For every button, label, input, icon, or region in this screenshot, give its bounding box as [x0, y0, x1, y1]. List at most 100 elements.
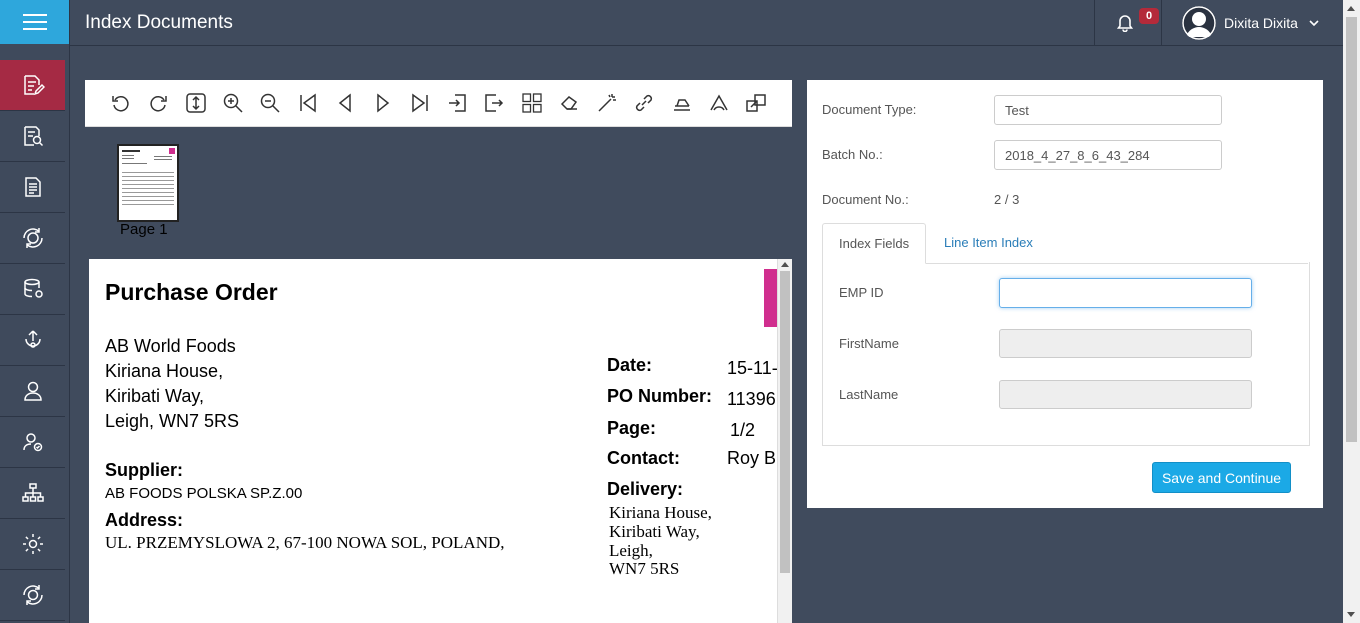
page-thumbnail-label: Page 1	[120, 221, 168, 238]
document-no-label: Document No.:	[822, 192, 909, 207]
page-scrollbar[interactable]	[1343, 0, 1360, 623]
sidebar-item-documents[interactable]	[0, 162, 65, 213]
scrollbar-thumb[interactable]	[780, 271, 790, 573]
chevron-down-icon	[1309, 20, 1319, 27]
hierarchy-icon	[21, 483, 44, 502]
document-scrollbar[interactable]	[777, 259, 792, 623]
magic-wand-icon	[598, 94, 616, 112]
rotate-right-button[interactable]	[147, 92, 169, 114]
export-button[interactable]	[483, 92, 505, 114]
link-button[interactable]	[633, 92, 655, 114]
address-value: UL. PRZEMYSLOWA 2, 67-100 NOWA SOL, POLA…	[105, 533, 505, 552]
user-icon	[23, 381, 42, 401]
database-icon	[23, 278, 43, 298]
edit-document-icon	[23, 75, 45, 96]
tab-index-fields[interactable]: Index Fields	[822, 223, 927, 264]
save-and-continue-button[interactable]: Save and Continue	[1152, 462, 1291, 493]
document-no-value: 2 / 3	[994, 192, 1020, 207]
contact-value: Roy B	[727, 448, 777, 468]
hamburger-icon	[22, 14, 47, 30]
tab-line-item-index[interactable]: Line Item Index	[928, 223, 1049, 262]
sidebar-item-database[interactable]	[0, 264, 65, 315]
first-page-icon	[300, 93, 316, 113]
index-form-panel: Document Type: Batch No.: Document No.: …	[807, 80, 1323, 508]
sidebar-item-settings[interactable]	[0, 519, 65, 570]
address-label: Address:	[105, 510, 184, 530]
zoom-out-button[interactable]	[259, 92, 281, 114]
document-page: Purchase Order AB World Foods Kiriana Ho…	[89, 259, 778, 623]
scrollbar-thumb[interactable]	[1346, 17, 1357, 442]
user-avatar-icon	[1182, 6, 1216, 40]
last-page-icon	[412, 93, 428, 113]
notifications-button[interactable]: 0	[1094, 0, 1162, 45]
po-number-label: PO Number:	[607, 386, 713, 406]
delivery-line: Kiribati Way,	[609, 522, 700, 541]
sidebar-item-index[interactable]	[0, 60, 65, 111]
first-name-field[interactable]	[999, 329, 1252, 358]
date-label: Date:	[607, 355, 653, 375]
scroll-down-icon[interactable]	[1347, 612, 1355, 617]
sidebar	[0, 0, 70, 623]
zoom-in-button[interactable]	[222, 92, 244, 114]
import-icon	[449, 94, 466, 112]
document-icon	[24, 177, 41, 197]
rotate-left-icon	[112, 96, 129, 112]
upload-icon	[24, 330, 41, 348]
rotate-left-button[interactable]	[110, 92, 132, 114]
erase-icon	[560, 96, 578, 110]
last-name-field[interactable]	[999, 380, 1252, 409]
export-icon	[485, 94, 504, 112]
previous-page-button[interactable]	[334, 92, 356, 114]
menu-toggle-button[interactable]	[0, 0, 69, 44]
sidebar-item-user-settings[interactable]	[0, 417, 65, 468]
emp-id-field[interactable]	[999, 278, 1252, 308]
page-thumbnail-preview	[119, 146, 177, 220]
user-menu[interactable]: Dixita Dixita	[1182, 6, 1320, 40]
document-type-field[interactable]	[994, 95, 1222, 125]
annotate-icon	[710, 94, 728, 111]
batch-no-field[interactable]	[994, 140, 1222, 170]
date-value: 15-11-	[727, 358, 778, 378]
buyer-address-line: Kiribati Way,	[105, 386, 205, 406]
refresh-cycle-icon	[22, 585, 43, 605]
sidebar-item-hierarchy[interactable]	[0, 468, 65, 519]
first-page-button[interactable]	[297, 92, 319, 114]
fit-height-button[interactable]	[185, 92, 207, 114]
sidebar-item-workflow[interactable]	[0, 213, 65, 264]
next-page-icon	[377, 93, 390, 113]
sidebar-item-search-documents[interactable]	[0, 111, 65, 162]
document-viewer[interactable]: Purchase Order AB World Foods Kiriana Ho…	[89, 259, 792, 623]
buyer-address-line: Leigh, WN7 5RS	[105, 411, 240, 431]
last-name-label: LastName	[839, 387, 899, 402]
page-thumbnail[interactable]	[117, 144, 179, 222]
delivery-label: Delivery:	[607, 479, 684, 499]
last-page-button[interactable]	[409, 92, 431, 114]
notification-count-badge: 0	[1139, 8, 1159, 24]
page-value: 1/2	[730, 420, 756, 440]
zoom-in-icon	[223, 93, 243, 113]
scroll-up-icon[interactable]	[781, 262, 789, 267]
sync-icon	[22, 228, 43, 248]
company-logo	[764, 269, 778, 327]
first-name-label: FirstName	[839, 336, 899, 351]
po-number-value: 11396	[727, 389, 776, 409]
page-label: Page:	[607, 418, 657, 438]
next-page-button[interactable]	[372, 92, 394, 114]
scroll-up-icon[interactable]	[1347, 6, 1355, 11]
grid-view-button[interactable]	[521, 92, 543, 114]
split-button[interactable]	[745, 92, 767, 114]
magic-wand-button[interactable]	[596, 92, 618, 114]
link-icon	[635, 94, 653, 112]
import-button[interactable]	[446, 92, 468, 114]
avatar	[1182, 6, 1216, 40]
stamp-button[interactable]	[671, 92, 693, 114]
sidebar-item-upload[interactable]	[0, 315, 65, 366]
sidebar-item-users[interactable]	[0, 366, 65, 417]
user-name: Dixita Dixita	[1224, 15, 1298, 31]
sidebar-item-refresh[interactable]	[0, 570, 65, 621]
zoom-out-icon	[260, 93, 280, 113]
erase-button[interactable]	[558, 92, 580, 114]
annotate-button[interactable]	[708, 92, 730, 114]
delivery-line: WN7 5RS	[609, 559, 680, 578]
emp-id-label: EMP ID	[839, 285, 884, 300]
